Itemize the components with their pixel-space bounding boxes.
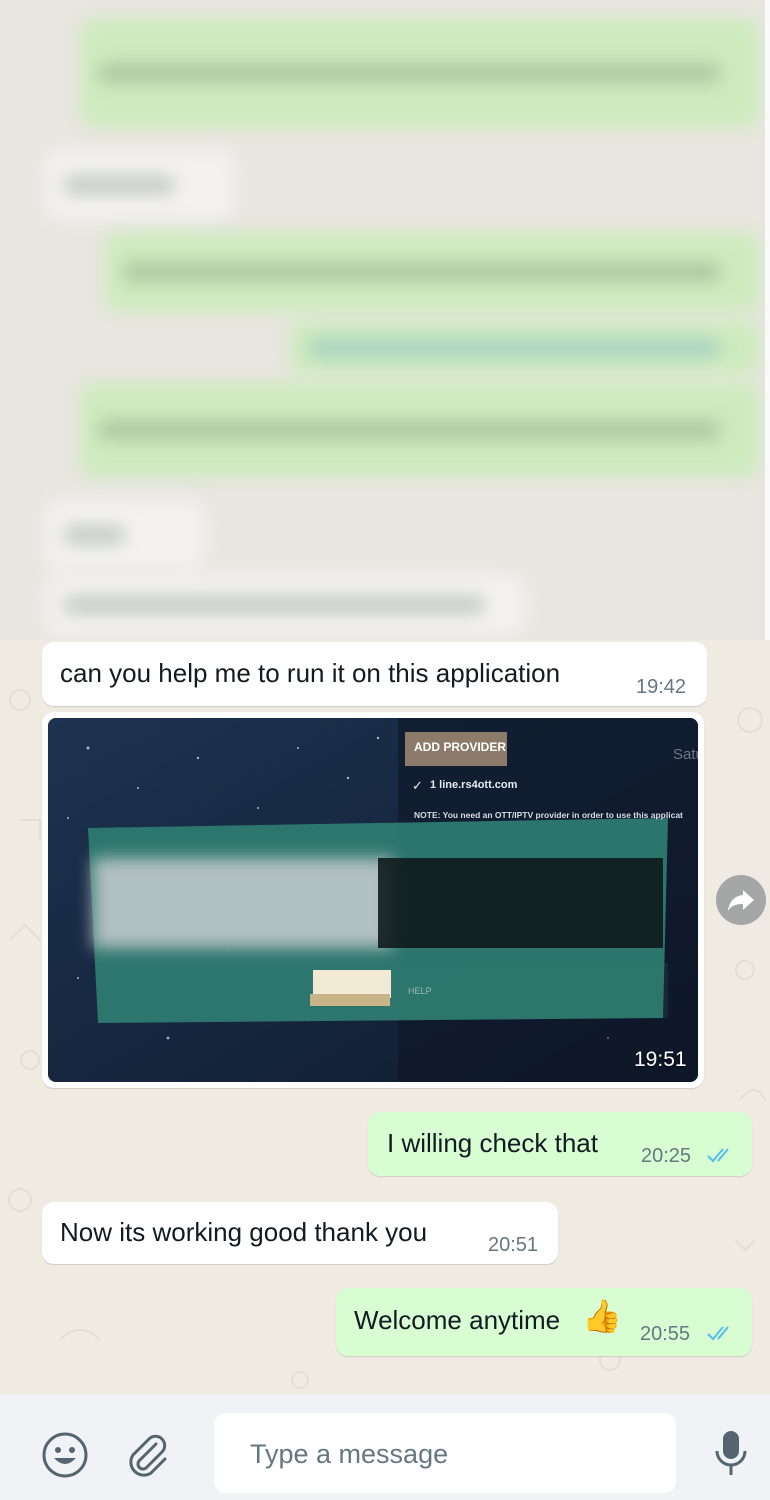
image-caption-text: HELP: [408, 986, 432, 996]
image-caption-text: 1 line.rs4ott.com: [430, 779, 518, 791]
message-time: 20:55: [640, 1323, 691, 1345]
forward-icon: [728, 890, 754, 911]
blurred-bubble: [45, 150, 235, 220]
double-check-icon: [707, 1326, 729, 1341]
message-text: can you help me to run it on this applic…: [60, 658, 561, 688]
message-bubble-incoming[interactable]: can you help me to run it on this applic…: [42, 642, 707, 706]
blurred-bubble: [45, 575, 525, 635]
message-input-bar: Type a message: [0, 1395, 770, 1500]
blurred-bubble: [80, 382, 760, 477]
thumbs-up-emoji: 👍: [582, 1298, 622, 1334]
image-caption-text: NOTE: You need an OTT/IPTV provider in o…: [414, 810, 683, 820]
check-icon: ✓: [412, 778, 423, 793]
message-bubble-outgoing[interactable]: Welcome anytime 👍 20:55: [336, 1288, 752, 1356]
image-caption-text: ADD PROVIDER: [414, 740, 507, 754]
divider: [765, 0, 770, 640]
shared-image[interactable]: ADD PROVIDER Satu ✓ 1 line.rs4ott.com NO…: [48, 718, 698, 1082]
message-input-placeholder: Type a message: [250, 1439, 449, 1469]
message-text: I willing check that: [387, 1128, 598, 1158]
message-input[interactable]: Type a message: [214, 1413, 676, 1493]
blurred-bubble: [45, 500, 205, 570]
blurred-bubble: [80, 18, 760, 128]
message-image-incoming[interactable]: ADD PROVIDER Satu ✓ 1 line.rs4ott.com NO…: [42, 712, 704, 1088]
message-bubble-incoming[interactable]: Now its working good thank you 20:51: [42, 1202, 558, 1264]
emoji-icon[interactable]: [40, 1430, 90, 1480]
forward-button[interactable]: [716, 875, 766, 925]
blurred-history: [0, 0, 770, 640]
message-time: 19:51: [634, 1048, 687, 1071]
blurred-bubble: [105, 232, 760, 312]
message-time: 20:51: [488, 1234, 539, 1256]
double-check-icon: [707, 1148, 729, 1163]
microphone-icon[interactable]: [711, 1427, 751, 1481]
message-text: Welcome anytime: [354, 1305, 561, 1335]
blurred-bubble: [290, 320, 760, 375]
message-bubble-outgoing[interactable]: I willing check that 20:25: [368, 1112, 752, 1176]
paperclip-icon[interactable]: [122, 1430, 172, 1480]
message-text: Now its working good thank you: [60, 1217, 428, 1247]
image-stars: [48, 718, 698, 1082]
message-time: 19:42: [636, 676, 687, 698]
image-caption-text: Satu: [673, 746, 698, 763]
message-time: 20:25: [641, 1145, 692, 1167]
